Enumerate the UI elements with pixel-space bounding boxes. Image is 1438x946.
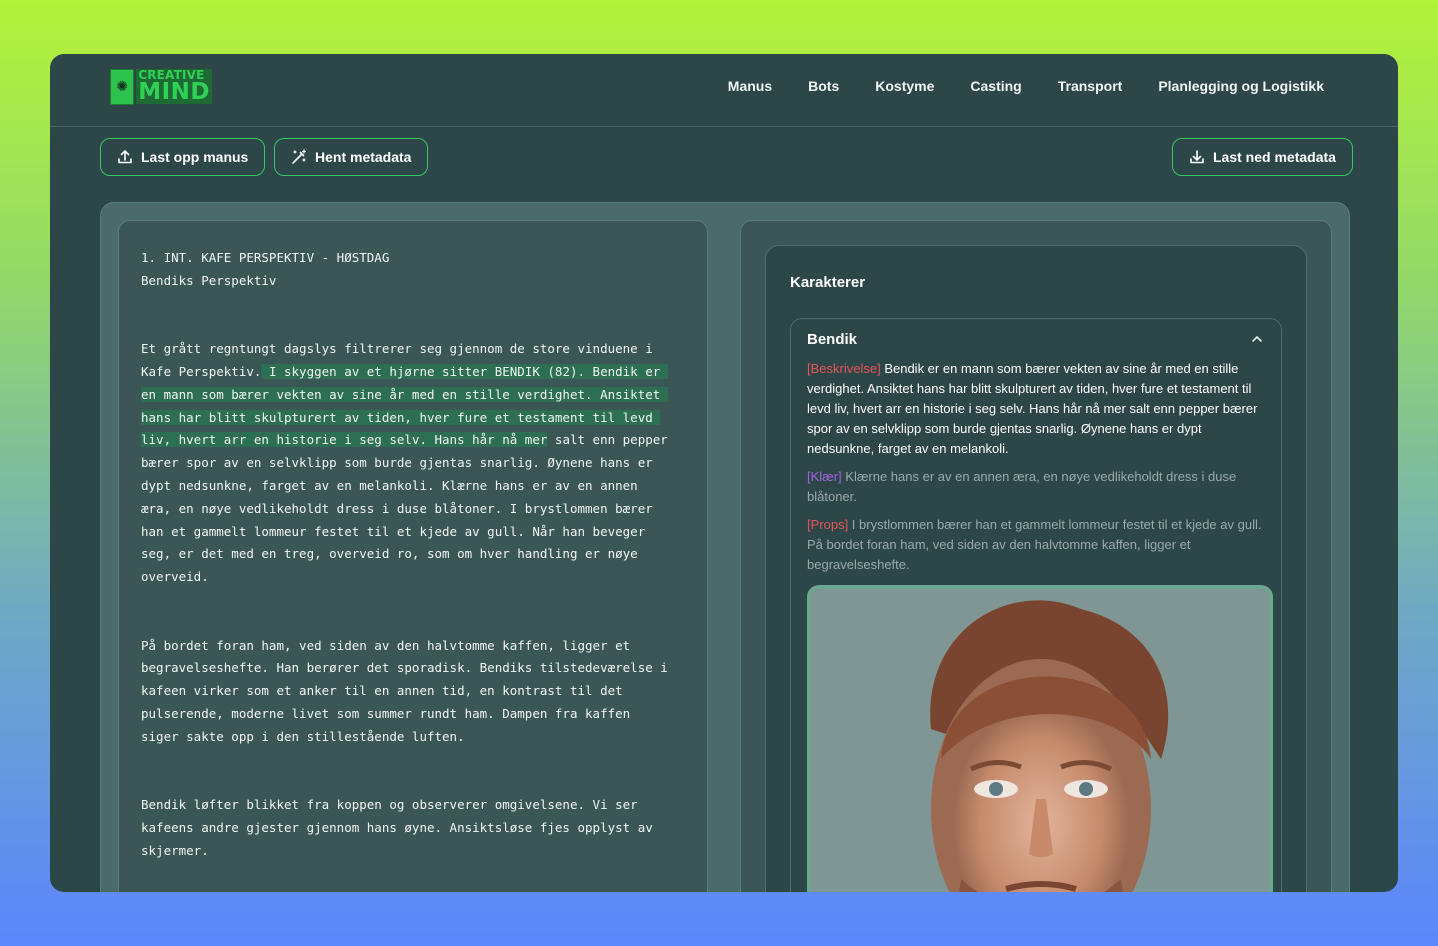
description-tag: [Beskrivelse]	[807, 361, 881, 376]
nav-bots[interactable]: Bots	[808, 76, 839, 96]
main-nav: Manus Bots Kostyme Casting Transport Pla…	[692, 76, 1324, 96]
magic-wand-icon	[292, 149, 307, 164]
character-portrait	[807, 585, 1273, 892]
nav-kostyme[interactable]: Kostyme	[875, 76, 934, 96]
portrait-image	[811, 589, 1269, 892]
upload-label: Last opp manus	[141, 149, 249, 165]
character-card: Bendik [Beskrivelse] Bendik er en mann s…	[790, 318, 1282, 892]
script-paragraph: På bordet foran ham, ved siden av den ha…	[141, 637, 668, 744]
top-header: ✺ CREATIVE MIND Manus Bots Kostyme Casti…	[50, 54, 1398, 127]
nav-transport[interactable]: Transport	[1058, 76, 1123, 96]
character-name[interactable]: Bendik	[807, 331, 857, 348]
brain-icon: ✺	[110, 68, 135, 105]
upload-icon	[118, 150, 132, 164]
scene-heading: 1. INT. KAFE PERSPEKTIV - HØSTDAG	[141, 250, 390, 265]
upload-script-button[interactable]: Last opp manus	[100, 138, 266, 176]
script-paragraph: salt enn pepper bærer spor av en selvkli…	[141, 432, 668, 585]
character-clothes: [Klær] Klærne hans er av en annen æra, e…	[807, 469, 1237, 504]
clothes-tag: [Klær]	[807, 469, 842, 484]
script-paragraph: Bendik løfter blikket fra koppen og obse…	[141, 797, 653, 858]
script-editor[interactable]: 1. INT. KAFE PERSPEKTIV - HØSTDAG Bendik…	[118, 220, 708, 892]
fetch-label: Hent metadata	[315, 149, 412, 165]
scene-subheading: Bendiks Perspektiv	[141, 272, 277, 288]
app-window: ✺ CREATIVE MIND Manus Bots Kostyme Casti…	[50, 54, 1398, 892]
character-props: [Props] I brystlommen bærer han et gamme…	[807, 517, 1262, 572]
logo-text-bottom: MIND	[136, 79, 212, 105]
nav-planlegging[interactable]: Planlegging og Logistikk	[1158, 76, 1324, 96]
download-label: Last ned metadata	[1213, 149, 1336, 165]
download-icon	[1190, 150, 1204, 164]
nav-casting[interactable]: Casting	[970, 76, 1021, 96]
props-tag: [Props]	[807, 517, 849, 532]
download-metadata-button[interactable]: Last ned metadata	[1172, 138, 1353, 176]
character-description: [Beskrivelse] Bendik er en mann som bære…	[807, 361, 1258, 456]
chevron-up-icon[interactable]	[1249, 331, 1265, 347]
characters-title: Karakterer	[790, 274, 866, 291]
characters-panel: Karakterer Bendik [Beskrivelse] Bendik e…	[765, 245, 1307, 892]
fetch-metadata-button[interactable]: Hent metadata	[274, 138, 429, 176]
nav-manus[interactable]: Manus	[728, 76, 772, 96]
logo[interactable]: ✺ CREATIVE MIND	[110, 68, 212, 105]
metadata-pane: Karakterer Bendik [Beskrivelse] Bendik e…	[740, 220, 1332, 892]
